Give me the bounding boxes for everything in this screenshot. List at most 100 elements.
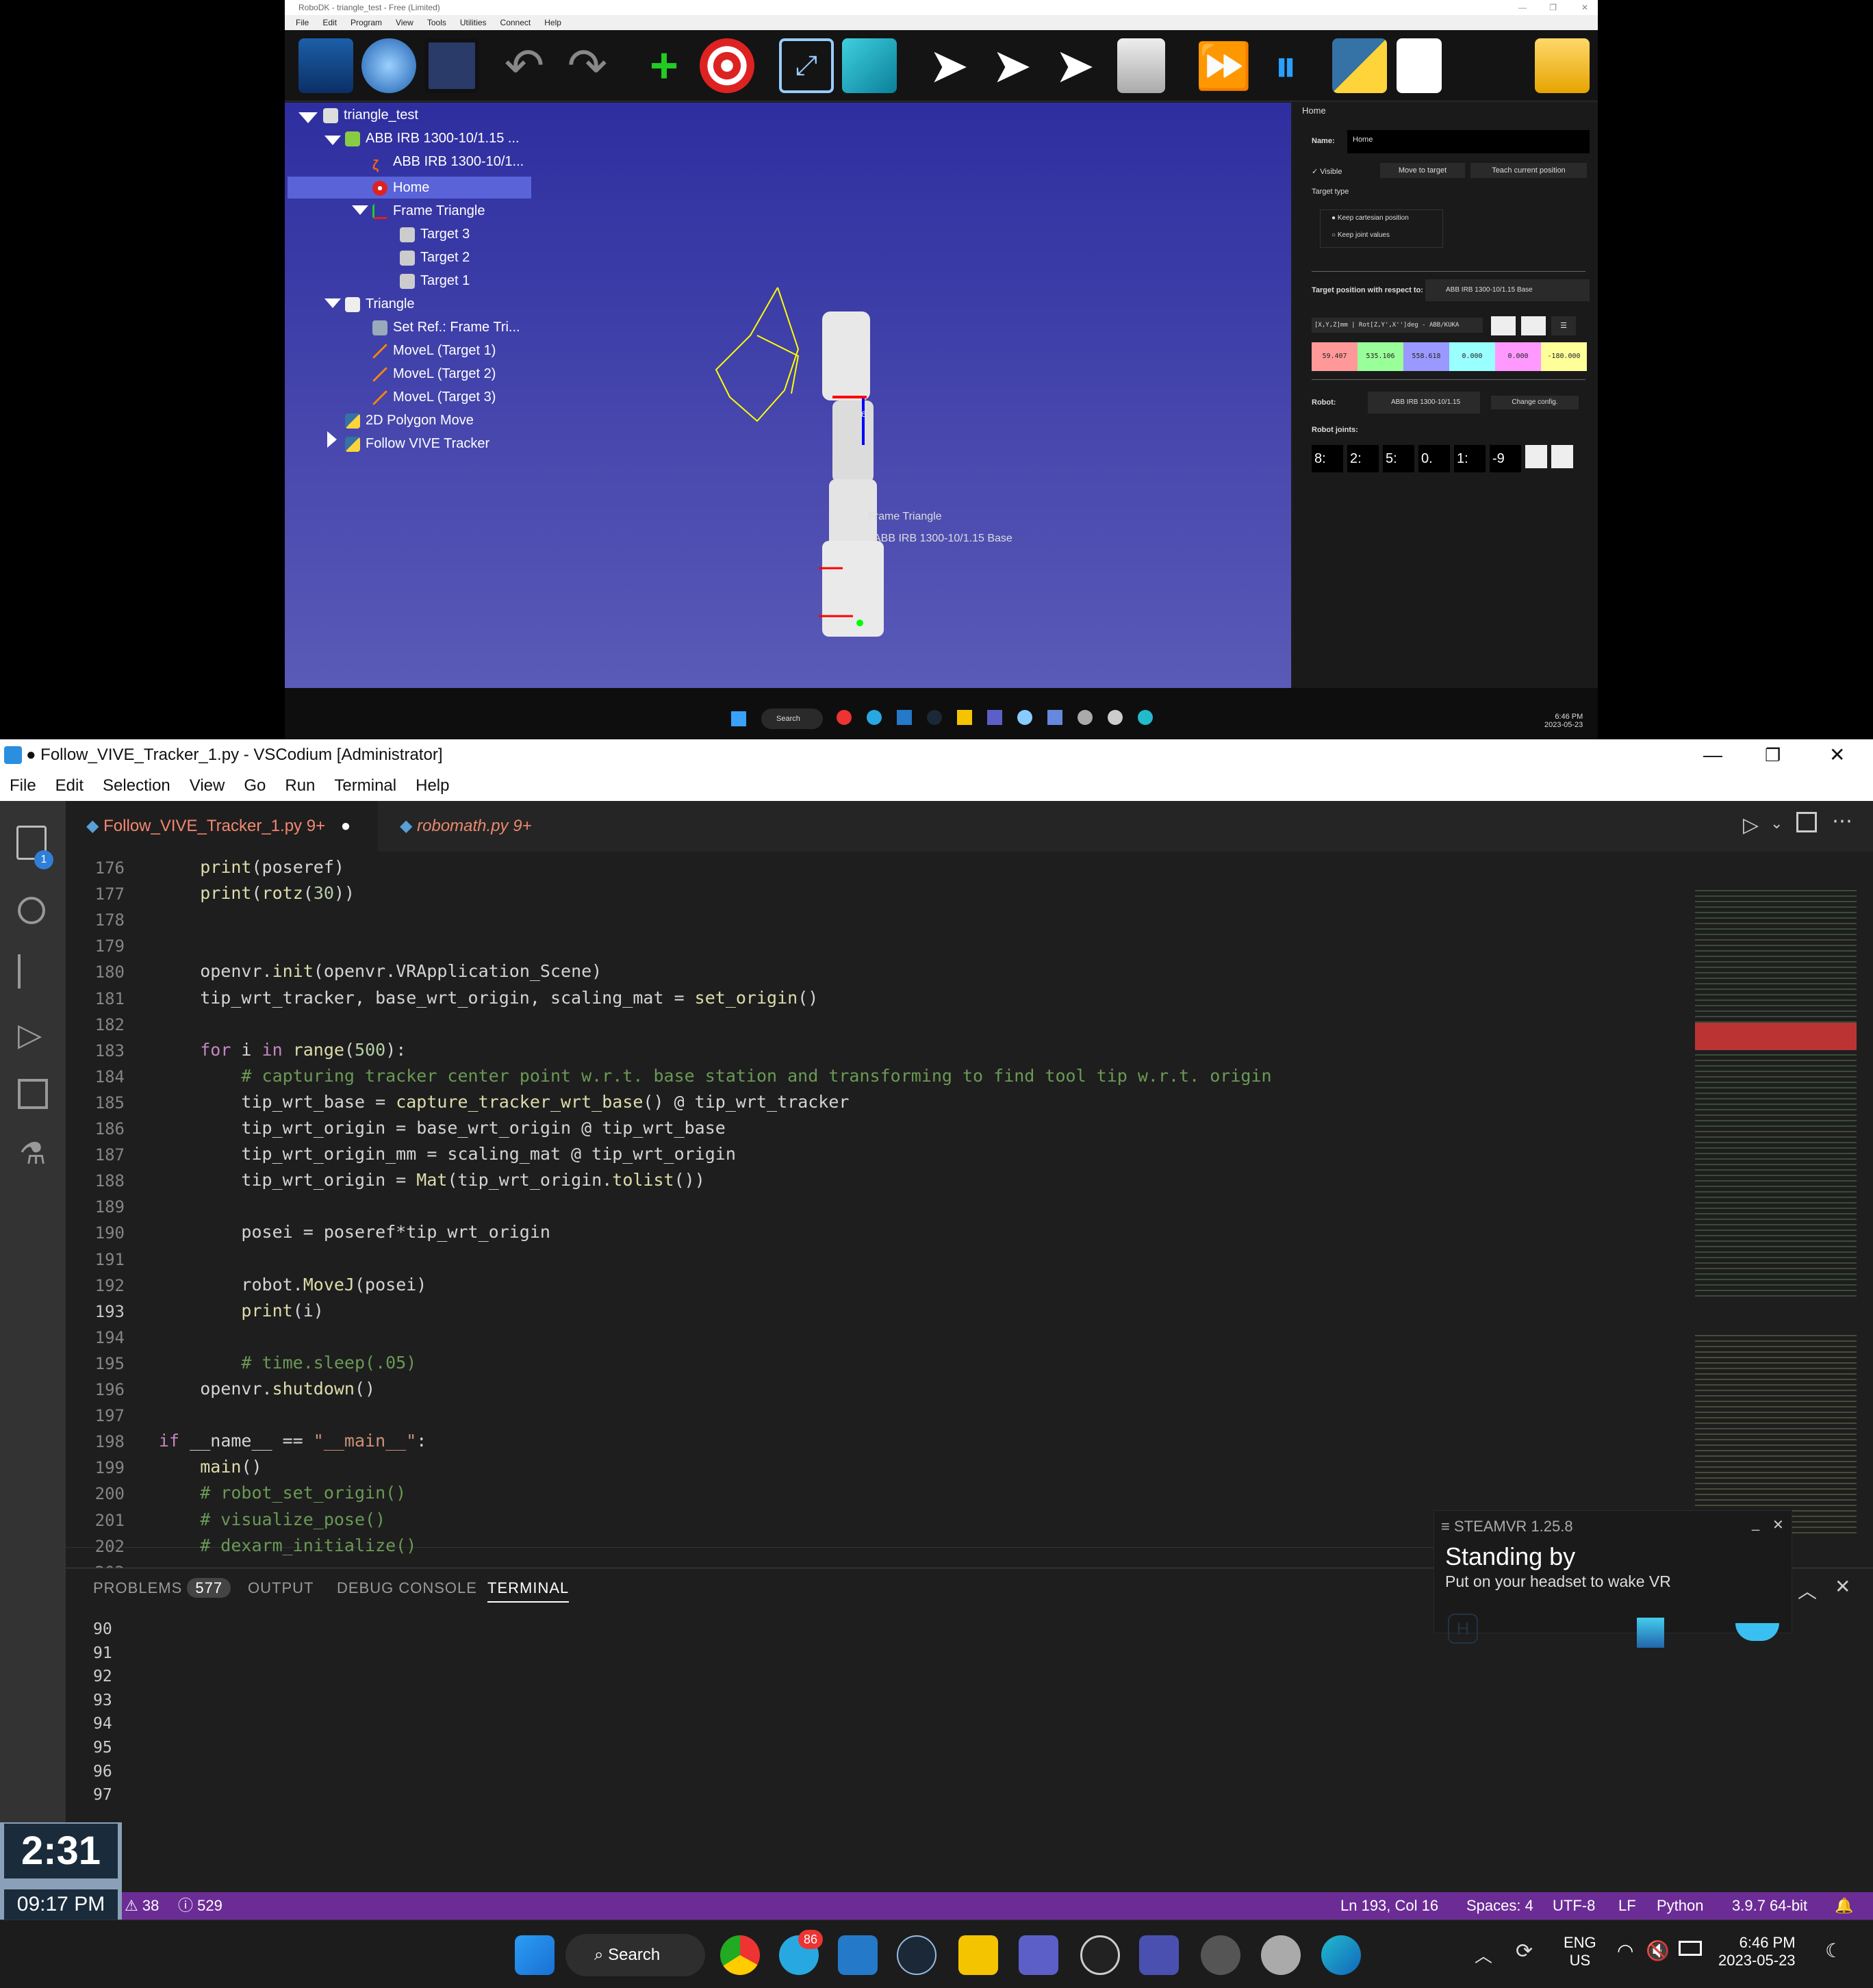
chrome-icon[interactable] [720, 1935, 760, 1975]
joint-1[interactable]: 8: [1312, 445, 1343, 472]
windows-start-icon[interactable] [515, 1935, 555, 1975]
testing-icon[interactable]: ⚗ [19, 1136, 46, 1171]
teams-icon[interactable] [1019, 1935, 1058, 1975]
menu-file[interactable]: File [296, 18, 309, 27]
select-icon[interactable]: ➤ [921, 38, 976, 93]
menu-connect[interactable]: Connect [500, 18, 531, 27]
respect-dropdown[interactable]: ABB IRB 1300-10/1.15 Base [1425, 279, 1590, 301]
save-icon[interactable] [424, 38, 479, 93]
wifi-icon[interactable]: ◠ [1617, 1939, 1633, 1962]
vr-icon[interactable] [1261, 1935, 1301, 1975]
tree-item-follow-vive[interactable]: Follow VIVE Tracker [345, 433, 489, 455]
menu-edit[interactable]: Edit [322, 18, 337, 27]
move-ref-icon[interactable]: ➤ [984, 38, 1039, 93]
telegram-icon[interactable] [867, 710, 882, 725]
fit-all-icon[interactable]: ⤢ [779, 38, 834, 93]
robot-dropdown[interactable]: ABB IRB 1300-10/1.15 [1368, 392, 1480, 413]
run-icon[interactable]: ▷ [1743, 813, 1759, 837]
menu-help[interactable]: Help [544, 18, 561, 27]
fast-forward-icon[interactable]: ⏩ [1195, 38, 1251, 93]
close-icon[interactable]: ✕ [1772, 1516, 1784, 1533]
joint-6[interactable]: -9 [1490, 445, 1521, 472]
pose-rx[interactable]: -180.000 [1541, 342, 1587, 371]
collapse-arrow-icon[interactable] [352, 205, 368, 215]
menu-selection[interactable]: Selection [103, 776, 170, 795]
warning-icon[interactable]: ⚠ 38 [125, 1892, 159, 1920]
change-config-button[interactable]: Change config. [1491, 396, 1579, 409]
pose-y[interactable]: 535.106 [1358, 342, 1403, 371]
name-input[interactable]: Home [1347, 130, 1590, 153]
format-dropdown[interactable]: [X,Y,Z]mm | Rot[Z,Y',X'']deg - ABB/KUKA [1312, 318, 1483, 333]
keep-joint-radio[interactable]: ○ Keep joint values [1332, 231, 1442, 239]
app-icon[interactable] [1017, 710, 1032, 725]
move-tool-icon[interactable]: ➤ [1047, 38, 1102, 93]
menu-go[interactable]: Go [244, 776, 266, 795]
source-control-icon[interactable] [18, 954, 45, 989]
restore-icon[interactable]: ❐ [1549, 0, 1557, 15]
tree-item-station[interactable]: triangle_test [323, 104, 418, 126]
taskbar-search[interactable]: ⌕ Search [565, 1934, 705, 1976]
collapse-arrow-icon[interactable] [324, 136, 341, 145]
language-indicator[interactable]: ENG US [1564, 1934, 1596, 1970]
app-icon[interactable] [1080, 1935, 1120, 1975]
globe-icon[interactable] [361, 38, 416, 93]
tab-output[interactable]: OUTPUT [248, 1579, 314, 1597]
file-explorer-icon[interactable] [957, 710, 972, 725]
restore-icon[interactable]: ❐ [1765, 739, 1781, 771]
extensions-icon[interactable] [18, 1079, 48, 1109]
menu-view[interactable]: View [396, 18, 413, 27]
search-icon[interactable] [18, 897, 45, 924]
language-mode[interactable]: Python [1657, 1892, 1704, 1920]
redo-icon[interactable]: ↷ [560, 38, 615, 93]
tab-follow-vive[interactable]: ◆ Follow_VIVE_Tracker_1.py 9+ ● [66, 801, 378, 852]
close-icon[interactable]: ✕ [1829, 739, 1845, 771]
tree-item-triangle[interactable]: Triangle [345, 293, 415, 315]
joint-5[interactable]: 1: [1454, 445, 1486, 472]
menu-tools[interactable]: Tools [427, 18, 446, 27]
move-to-target-button[interactable]: Move to target [1380, 163, 1465, 178]
steam-icon[interactable] [927, 710, 942, 725]
visible-checkbox[interactable]: ✓ Visible [1312, 167, 1342, 176]
tree-item-movel-1[interactable]: MoveL (Target 1) [372, 340, 496, 361]
file-explorer-icon[interactable] [958, 1935, 998, 1975]
tree-item-home[interactable]: Home [372, 177, 429, 199]
python-interpreter[interactable]: 3.9.7 64-bit [1732, 1892, 1807, 1920]
copy-icon[interactable] [1491, 316, 1516, 335]
encoding[interactable]: UTF-8 [1553, 1892, 1595, 1920]
vscode-icon[interactable] [838, 1935, 878, 1975]
menu-utilities[interactable]: Utilities [460, 18, 487, 27]
add-frame-icon[interactable]: + [637, 38, 691, 93]
windows-start-icon[interactable] [731, 711, 746, 726]
sync-icon[interactable]: ⟳ [1516, 1939, 1533, 1963]
robodk-icon[interactable] [1139, 1935, 1179, 1975]
tab-terminal[interactable]: TERMINAL [487, 1579, 570, 1603]
battery-icon[interactable] [1679, 1941, 1702, 1956]
teach-robot-icon[interactable] [1117, 38, 1165, 93]
expand-arrow-icon[interactable] [327, 431, 337, 448]
collapse-icon[interactable] [1535, 38, 1590, 93]
paste-icon[interactable] [1551, 445, 1573, 468]
pause-icon[interactable]: ⏸ [1258, 38, 1313, 93]
vscode-icon[interactable] [897, 710, 912, 725]
vr-icon[interactable] [1108, 710, 1123, 725]
collapse-arrow-icon[interactable] [298, 112, 318, 123]
minimize-icon[interactable]: — [1703, 739, 1722, 771]
tab-debug-console[interactable]: DEBUG CONSOLE [337, 1579, 477, 1597]
close-icon[interactable]: ✕ [1581, 0, 1588, 15]
tree-item-robot[interactable]: ABB IRB 1300-10/1.15 ... [345, 127, 520, 149]
mute-icon[interactable]: 🔇 [1646, 1939, 1670, 1962]
maximize-panel-icon[interactable]: ︿ [1798, 1577, 1817, 1604]
menu-program[interactable]: Program [351, 18, 382, 27]
settings-icon[interactable] [1201, 1935, 1240, 1975]
pose-ry[interactable]: 0.000 [1495, 342, 1541, 371]
tree-item-target-1[interactable]: Target 1 [400, 270, 470, 292]
indentation[interactable]: Spaces: 4 [1466, 1892, 1533, 1920]
menu-file[interactable]: File [10, 776, 36, 795]
add-program-icon[interactable] [1397, 38, 1442, 93]
open-folder-icon[interactable] [298, 38, 353, 93]
edge-icon[interactable] [1321, 1935, 1361, 1975]
chevron-up-icon[interactable]: ︿ [1475, 1942, 1492, 1967]
tree-item-target-3[interactable]: Target 3 [400, 223, 470, 245]
robodk-icon[interactable] [1047, 710, 1062, 725]
close-panel-icon[interactable]: ✕ [1835, 1575, 1850, 1598]
